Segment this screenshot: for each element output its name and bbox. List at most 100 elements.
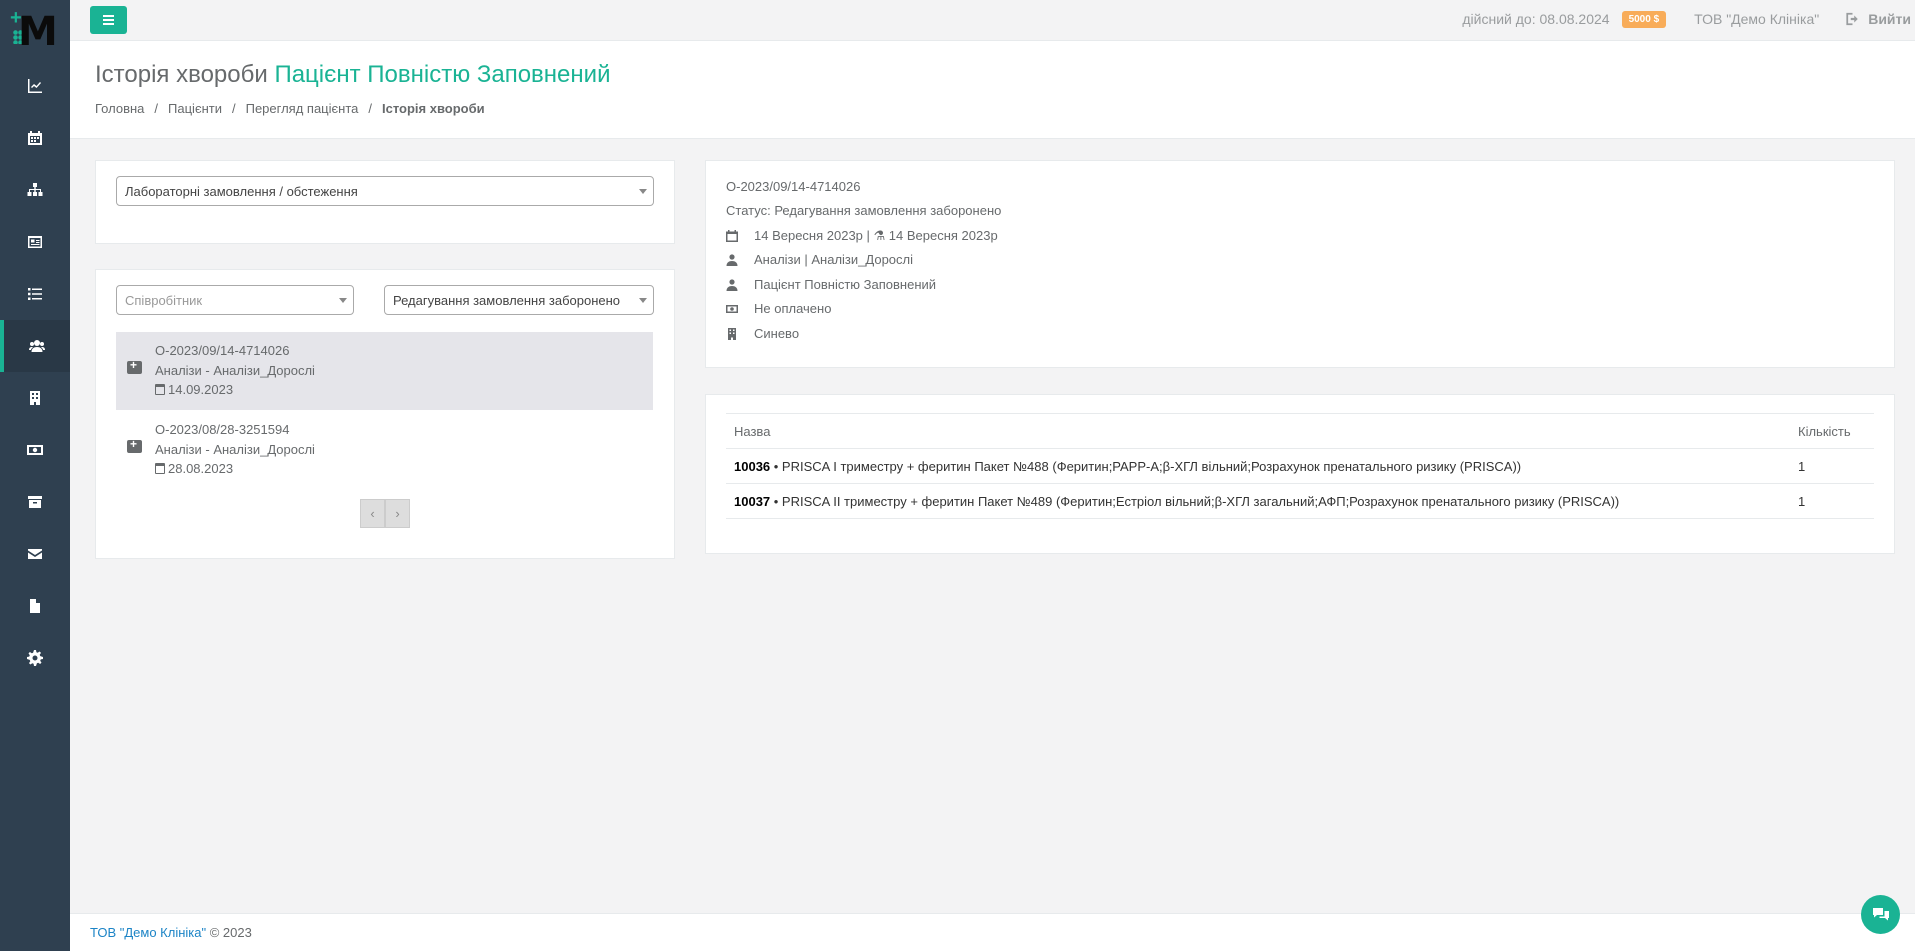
page-heading: Історія хвороби Пацієнт Повністю Заповне…	[70, 41, 1915, 139]
nav-item-documents[interactable]	[0, 580, 70, 632]
order-detail-payment: Не оплачено	[754, 301, 832, 316]
sign-out-icon	[1846, 12, 1858, 26]
calendar-icon	[155, 384, 165, 395]
employee-select[interactable]: Співробітник	[116, 285, 354, 315]
order-date: 28.08.2023	[168, 461, 234, 476]
nav-item-finance[interactable]	[0, 424, 70, 476]
footer-text: ТОВ "Демо Клініка" © 2023	[90, 925, 252, 940]
record-type-select[interactable]: Лабораторні замовлення / обстеження	[116, 176, 654, 206]
order-detail-number: О-2023/09/14-4714026	[726, 179, 861, 194]
hamburger-icon	[103, 19, 114, 21]
table-header-row: Назва Кількість	[726, 413, 1874, 449]
order-detail-lab: Синево	[754, 326, 800, 341]
archive-icon	[28, 496, 42, 508]
breadcrumb-separator: /	[231, 101, 236, 116]
pagination: ‹ ›	[360, 499, 410, 528]
nav-item-list[interactable]	[0, 268, 70, 320]
page-title-patient[interactable]: Пацієнт Повністю Заповнений	[274, 61, 610, 88]
medkit-icon	[127, 437, 142, 453]
page-title: Історія хвороби Пацієнт Повністю Заповне…	[95, 61, 610, 89]
chevron-down-icon	[339, 298, 347, 303]
breadcrumb: Головна / Пацієнти / Перегляд пацієнта /…	[95, 101, 485, 116]
calendar-icon	[155, 463, 165, 474]
breadcrumb-separator: /	[368, 101, 372, 116]
nav-item-calendar[interactable]	[0, 112, 70, 164]
breadcrumb-separator: /	[154, 101, 159, 116]
status-select[interactable]: Редагування замовлення заборонено	[384, 285, 654, 315]
calendar-icon	[28, 131, 42, 145]
file-icon	[30, 599, 40, 613]
status-value: Редагування замовлення заборонено	[393, 292, 621, 308]
app-logo[interactable]: + M	[10, 8, 60, 54]
nav-item-clinic[interactable]	[0, 372, 70, 424]
item-quantity: 1	[1790, 483, 1874, 519]
employee-placeholder: Співробітник	[125, 292, 203, 308]
order-number: О-2023/08/28-3251594	[155, 422, 290, 437]
item-code: 10036	[734, 458, 771, 474]
item-code: 10037	[734, 493, 771, 509]
building-icon	[30, 391, 40, 405]
order-type: Аналізи - Аналізи_Дорослі	[155, 362, 315, 378]
record-type-panel: Лабораторні замовлення / обстеження	[95, 160, 675, 244]
footer-copyright: © 2023	[206, 925, 252, 940]
top-right-info: дійсний до: 08.08.2024 5000 $ ТОВ "Демо …	[1462, 0, 1915, 38]
nav-item-cards[interactable]	[0, 216, 70, 268]
chevron-down-icon	[639, 298, 647, 303]
list-icon	[28, 288, 42, 300]
logo-letter: M	[18, 9, 58, 55]
order-list-item[interactable]: О-2023/09/14-4714026 Аналізи - Аналізи_Д…	[116, 332, 653, 410]
record-type-value: Лабораторні замовлення / обстеження	[125, 183, 358, 199]
id-card-icon	[28, 236, 42, 248]
nav-item-patients[interactable]	[0, 320, 70, 372]
order-detail-lab-row: Синево	[726, 326, 799, 341]
column-header-name: Назва	[726, 413, 1790, 449]
item-name-cell: 10037 • PRISCA II триместру + феритин Па…	[726, 483, 1790, 519]
logout-link[interactable]: Вийти	[1845, 11, 1911, 27]
order-items-table: Назва Кількість 10036 • PRISCA I тримест…	[726, 413, 1874, 519]
order-detail-panel: О-2023/09/14-4714026 Статус: Редагування…	[705, 160, 1895, 368]
order-detail-category-row: Аналізи | Аналізи_Дорослі	[726, 252, 913, 267]
order-detail-payment-row: Не оплачено	[726, 301, 831, 316]
nav-item-warehouse[interactable]	[0, 476, 70, 528]
order-date: 14.09.2023	[168, 382, 234, 397]
comments-icon	[1872, 907, 1889, 920]
users-icon	[29, 340, 45, 352]
order-detail-dates-row: 14 Вересня 2023р | ⚗ 14 Вересня 2023р	[726, 228, 998, 244]
nav-item-statistics[interactable]	[0, 60, 70, 112]
medkit-icon	[127, 358, 142, 374]
footer: ТОВ "Демо Клініка" © 2023	[70, 913, 1915, 951]
clinic-name[interactable]: ТОВ "Демо Клініка"	[1694, 11, 1819, 27]
nav-item-settings[interactable]	[0, 632, 70, 684]
order-list-item[interactable]: О-2023/08/28-3251594 Аналізи - Аналізи_Д…	[116, 411, 653, 489]
item-quantity: 1	[1790, 448, 1874, 484]
footer-clinic-link[interactable]: ТОВ "Демо Клініка"	[90, 925, 206, 940]
user-icon	[726, 278, 738, 291]
menu-toggle-button[interactable]	[90, 6, 127, 34]
chevron-down-icon	[639, 189, 647, 194]
envelope-icon	[28, 549, 42, 559]
nav-item-messages[interactable]	[0, 528, 70, 580]
order-number: О-2023/09/14-4714026	[155, 343, 290, 358]
logout-label: Вийти	[1868, 11, 1911, 27]
order-detail-patient[interactable]: Пацієнт Повністю Заповнений	[754, 277, 936, 292]
nav-item-structure[interactable]	[0, 164, 70, 216]
pagination-next-button[interactable]: ›	[385, 499, 410, 528]
chat-button[interactable]	[1861, 895, 1900, 934]
table-row: 10036 • PRISCA I триместру + феритин Пак…	[726, 448, 1874, 484]
balance-badge: 5000 $	[1621, 10, 1667, 28]
page-title-prefix: Історія хвороби	[95, 61, 268, 88]
breadcrumb-patients[interactable]: Пацієнти	[168, 101, 222, 116]
building-icon	[728, 327, 736, 340]
breadcrumb-home[interactable]: Головна	[95, 101, 144, 116]
order-items-panel: Назва Кількість 10036 • PRISCA I тримест…	[705, 394, 1895, 554]
item-name-cell: 10036 • PRISCA I триместру + феритин Пак…	[726, 448, 1790, 484]
money-icon	[27, 445, 43, 455]
top-navbar: дійсний до: 08.08.2024 5000 $ ТОВ "Демо …	[70, 0, 1915, 41]
order-type: Аналізи - Аналізи_Дорослі	[155, 441, 315, 457]
sitemap-icon	[27, 183, 43, 196]
gear-icon	[27, 650, 43, 666]
breadcrumb-patient-view[interactable]: Перегляд пацієнта	[246, 101, 359, 116]
pagination-prev-button[interactable]: ‹	[360, 499, 385, 528]
order-detail-patient-row: Пацієнт Повністю Заповнений	[726, 277, 936, 292]
table-row: 10037 • PRISCA II триместру + феритин Па…	[726, 483, 1874, 519]
